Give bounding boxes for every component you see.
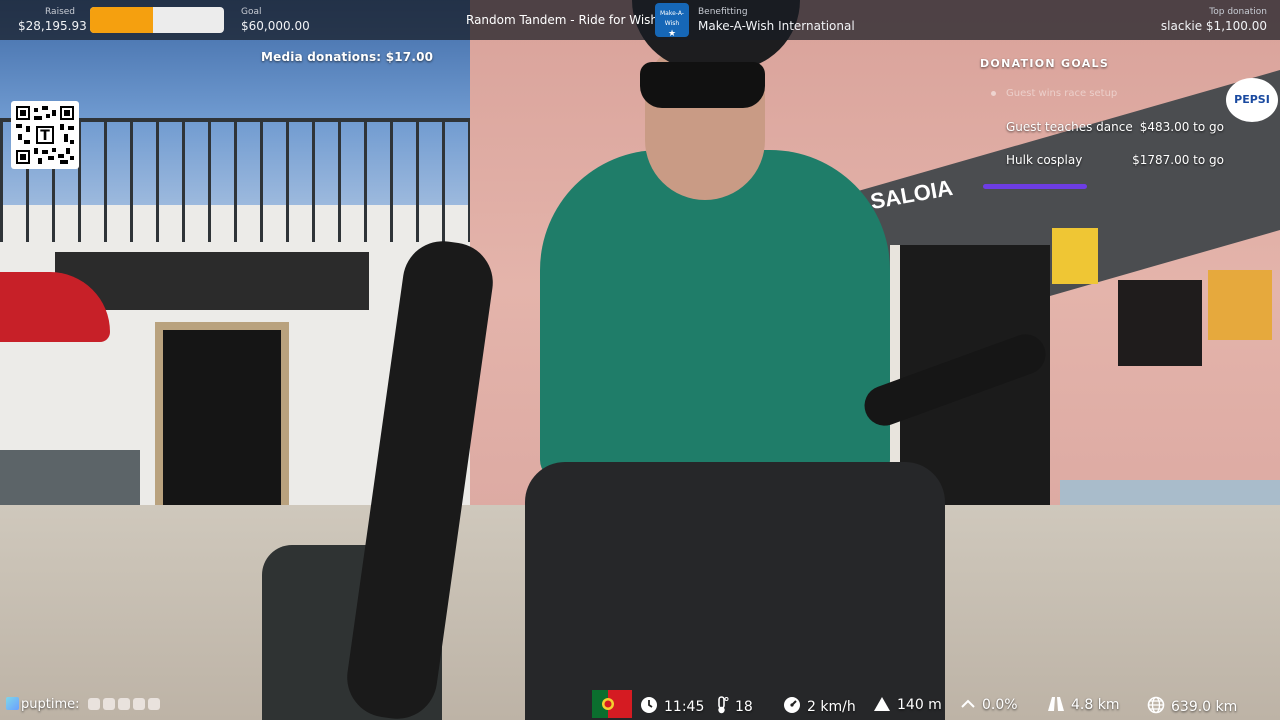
mountain-icon	[874, 697, 890, 711]
emote-icon	[102, 698, 115, 710]
distance-today-value: 4.8 km	[1071, 697, 1120, 713]
emote-icon	[132, 698, 145, 710]
globe-icon	[1147, 696, 1165, 714]
rider-sunglasses	[640, 62, 765, 108]
fundraising-progress-bar	[90, 7, 224, 33]
elevation-value: 140 m	[897, 697, 942, 713]
qr-code-icon: T	[16, 106, 74, 164]
uptime-icon	[6, 697, 19, 710]
goal-progress-bar	[983, 184, 1087, 189]
rider-torso	[540, 150, 890, 480]
svg-text:T: T	[40, 128, 50, 144]
emote-icon	[87, 698, 100, 710]
donation-top-bar: Raised $28,195.93 Goal $60,000.00 Random…	[0, 0, 1280, 40]
pepsi-logo-text: PEPSI	[1234, 93, 1270, 106]
completed-goal-dot	[991, 91, 996, 96]
event-title: Random Tandem - Ride for Wishes	[466, 13, 672, 27]
goal-label: Goal	[241, 7, 262, 17]
donation-goals-title: DONATION GOALS	[980, 57, 1110, 70]
festival-poster	[1118, 280, 1202, 366]
road-icon	[1048, 697, 1064, 711]
media-donations: Media donations: $17.00	[261, 50, 434, 64]
make-a-wish-logo-text: Make-A-Wish	[660, 10, 684, 27]
goal-remaining: $483.00 to go	[1139, 120, 1224, 134]
cafe-doorway	[155, 322, 289, 518]
charity-name: Make-A-Wish International	[698, 19, 855, 33]
star-icon: ★	[667, 29, 677, 39]
benefitting-label: Benefitting	[698, 7, 748, 17]
clock-icon	[641, 697, 657, 713]
grade-stat: 0.0%	[960, 696, 1018, 713]
uptime-label: puptime:	[21, 697, 80, 712]
temperature-stat: 18	[715, 696, 753, 715]
emote-icon	[147, 698, 160, 710]
portugal-flag-icon	[592, 690, 632, 718]
pepsi-logo: PEPSI	[1226, 78, 1278, 122]
event-poster	[1208, 270, 1272, 340]
progress-fill	[90, 7, 153, 33]
goal-remaining: $1787.00 to go	[1132, 153, 1224, 167]
distance-total-stat: 639.0 km	[1147, 696, 1237, 715]
top-donation-value: slackie $1,100.00	[1160, 19, 1267, 33]
goal-amount: $60,000.00	[241, 19, 310, 33]
grade-value: 0.0%	[982, 697, 1018, 713]
speed-value: 2 km/h	[807, 699, 856, 715]
speedometer-icon	[784, 697, 800, 713]
raised-amount: $28,195.93	[18, 19, 87, 33]
emote-row	[87, 697, 163, 712]
distance-today-stat: 4.8 km	[1047, 696, 1119, 713]
make-a-wish-logo: Make-A-Wish ★	[655, 3, 689, 39]
thermometer-icon	[718, 696, 729, 714]
distance-total-value: 639.0 km	[1171, 699, 1238, 715]
video-feed: SALOIA PEPSI	[0, 0, 1280, 720]
goal-name: Hulk cosplay	[1006, 153, 1083, 167]
recumbent-seat	[525, 462, 945, 720]
completed-goal: Guest wins race setup	[1006, 88, 1118, 99]
qr-code[interactable]: T	[11, 101, 79, 169]
grade-chevron-icon	[961, 699, 975, 708]
time-stat: 11:45	[640, 696, 704, 715]
ride-stats-bar: puptime: 11:45 18 2 km/h 140 m 0.0% 4.8 …	[0, 690, 1280, 720]
warning-sign	[1052, 228, 1098, 284]
uptime: puptime:	[6, 697, 163, 712]
goal-name: Guest teaches dance	[1006, 120, 1133, 134]
speed-stat: 2 km/h	[783, 696, 856, 715]
emote-icon	[117, 698, 130, 710]
top-donation-label: Top donation	[1209, 7, 1267, 17]
time-value: 11:45	[664, 699, 705, 715]
elevation-stat: 140 m	[873, 696, 942, 713]
raised-label: Raised	[45, 7, 76, 17]
temperature-value: 18	[735, 699, 753, 715]
